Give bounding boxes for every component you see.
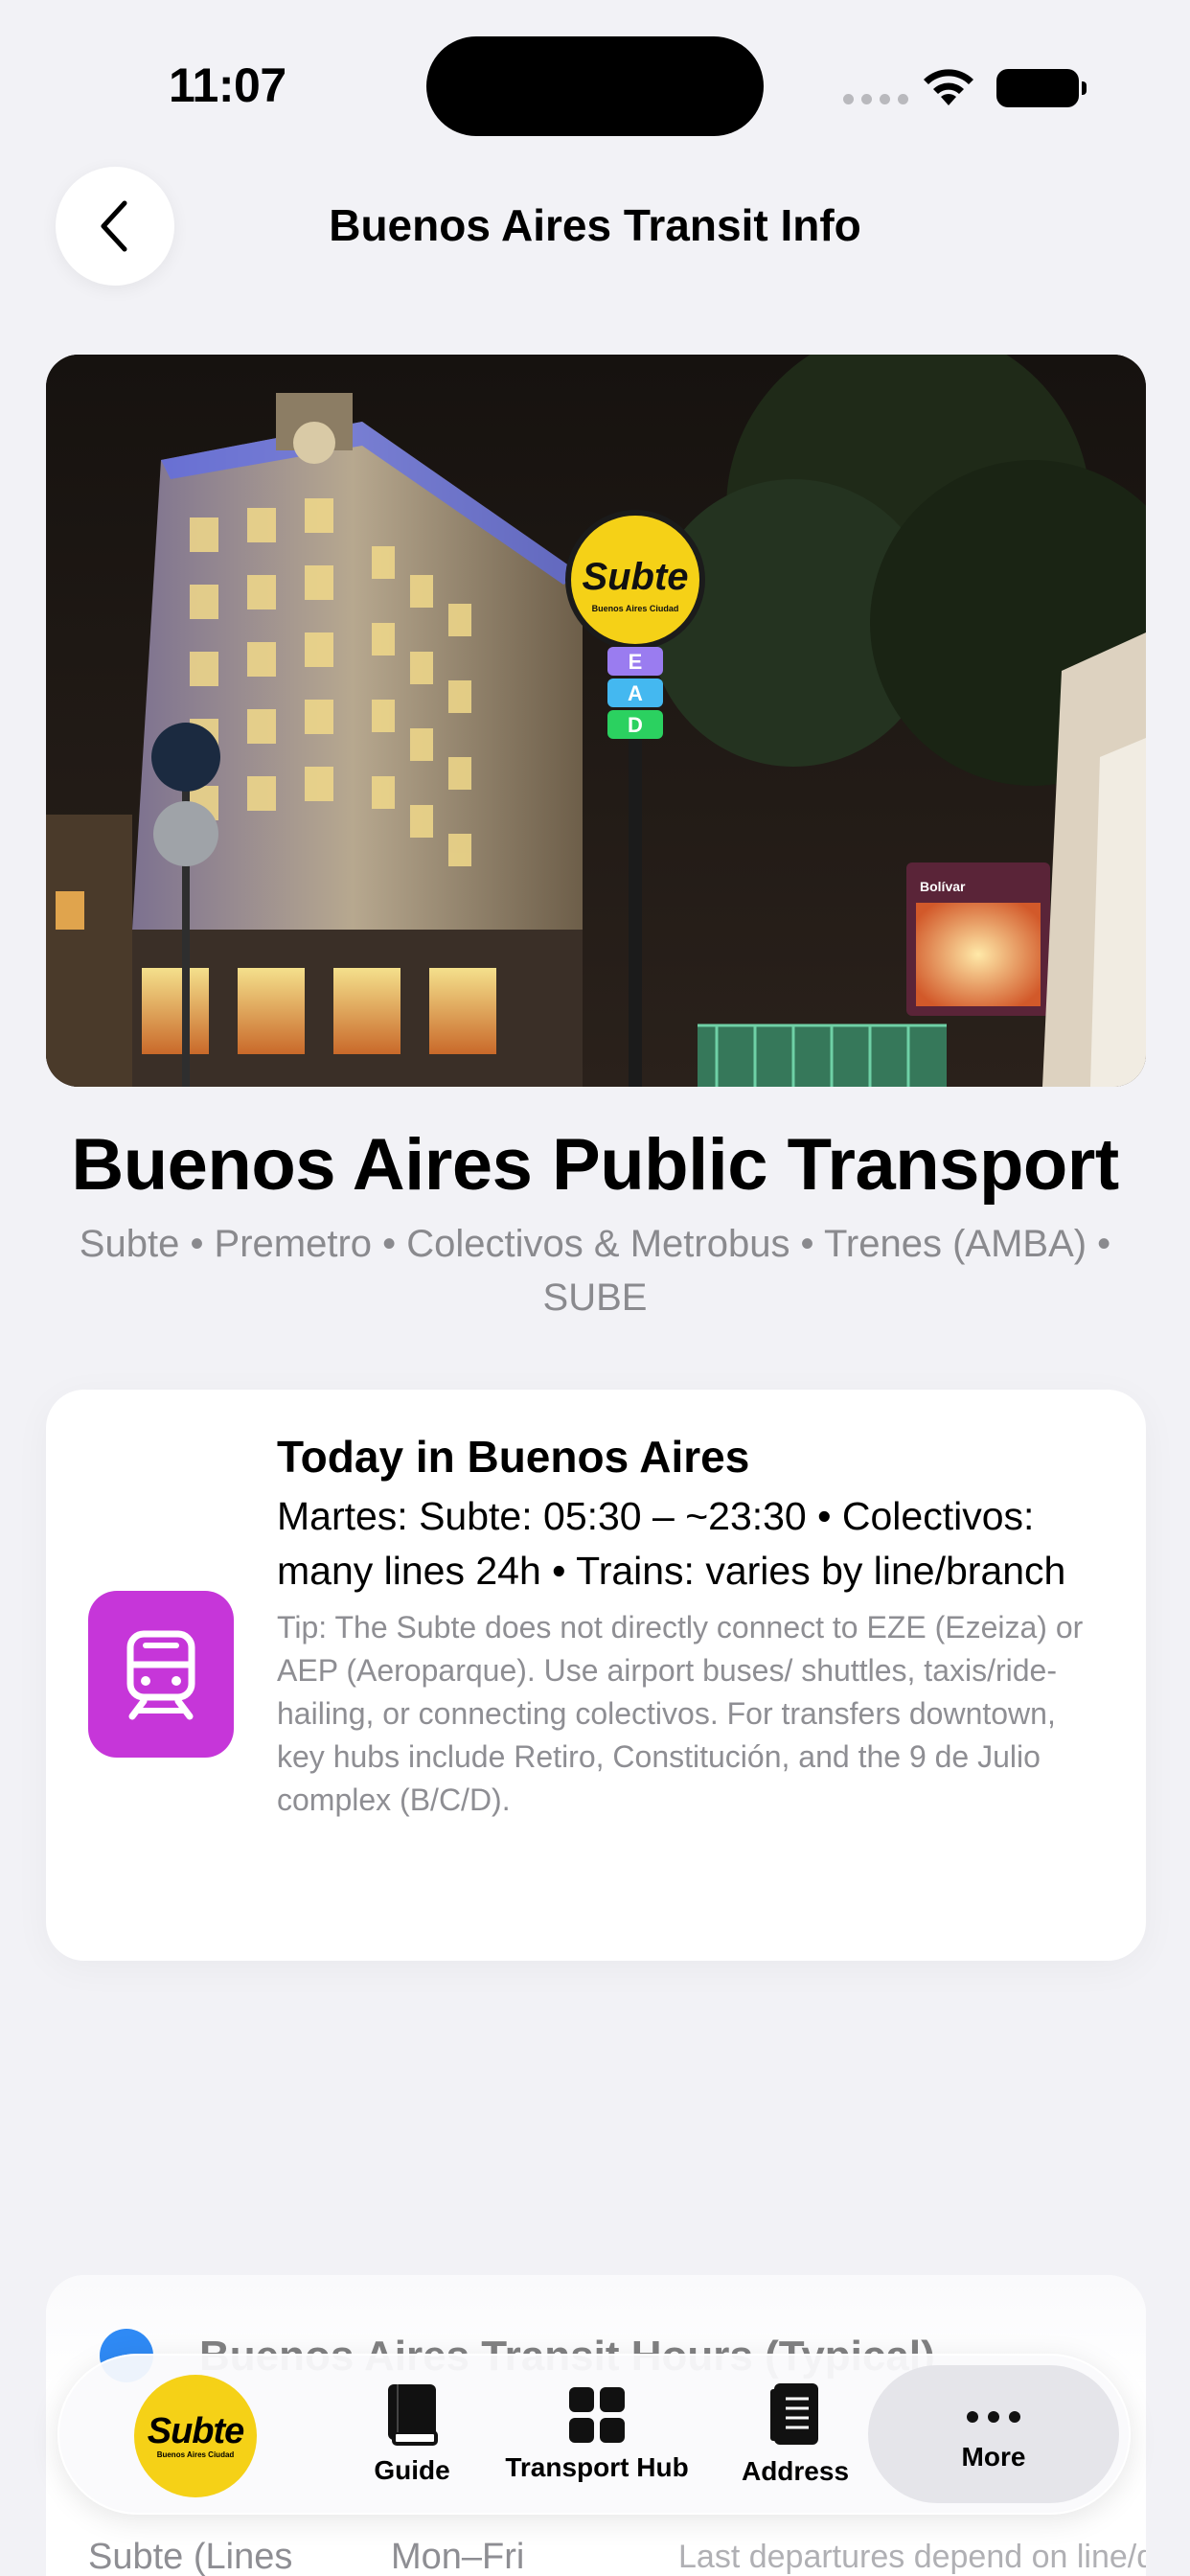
dynamic-island [426,36,764,136]
today-card[interactable]: Today in Buenos Aires Martes: Subte: 05:… [46,1390,1146,1961]
today-hours: Martes: Subte: 05:30 – ~23:30 • Colectiv… [277,1494,1066,1593]
tram-icon [88,1591,234,1758]
subte-logo-tab[interactable]: Subte Buenos Aires Ciudad [134,2375,257,2497]
nav-title: Buenos Aires Transit Info [0,199,1190,251]
hero-sign-text: Subte [582,556,688,598]
notebook-icon [770,2383,818,2445]
today-text: Today in Buenos Aires Martes: Subte: 05:… [277,1430,1101,1822]
wifi-icon [924,69,973,105]
today-title: Today in Buenos Aires [277,1432,750,1482]
ellipsis-icon [967,2411,1020,2423]
tab-transport-hub-label: Transport Hub [505,2452,689,2482]
tab-guide[interactable]: Guide [355,2354,469,2515]
tab-bar: Subte Buenos Aires Ciudad Guide Transpor… [57,2354,1131,2515]
battery-icon [996,69,1087,107]
hours-col-note: Last departures depend on line/direction [678,2539,1146,2575]
hero-image: Subte Buenos Aires Ciudad E A D Bolívar [46,355,1146,1087]
tab-address[interactable]: Address [728,2354,862,2515]
hero-photo-illustration: Subte Buenos Aires Ciudad E A D Bolívar [46,355,1146,1087]
tab-address-label: Address [741,2456,850,2486]
status-time: 11:07 [169,58,286,112]
grid-icon [569,2387,625,2443]
book-icon [388,2384,438,2446]
hero-line-d: D [628,713,643,737]
hero-billboard-text: Bolívar [920,879,966,894]
tab-transport-hub[interactable]: Transport Hub [494,2354,699,2515]
hero-line-e: E [629,650,643,674]
tab-more[interactable]: More [868,2354,1119,2515]
today-tip: Tip: The Subte does not directly connect… [277,1610,1084,1817]
transport-modes-subtitle: Subte • Premetro • Colectivos & Metrobus… [79,1223,1111,1319]
hero-sign-sub: Buenos Aires Ciudad [592,604,679,613]
hours-col-service: Subte (Lines [88,2537,293,2576]
hours-col-days: Mon–Fri [391,2537,525,2576]
subte-logo-word: Subte [147,2411,245,2451]
tab-guide-label: Guide [374,2455,450,2485]
cellular-signal-icon [843,94,908,104]
page-headline: Buenos Aires Public Transport [71,1124,1119,1206]
nav-title-text: Buenos Aires Transit Info [329,200,861,250]
hero-line-a: A [628,681,643,705]
page: 11:07 Buenos Aires Transit Info Subte Bu… [0,0,1190,2576]
tab-more-label: More [961,2442,1026,2472]
subte-logo-sub: Buenos Aires Ciudad [156,2450,235,2459]
